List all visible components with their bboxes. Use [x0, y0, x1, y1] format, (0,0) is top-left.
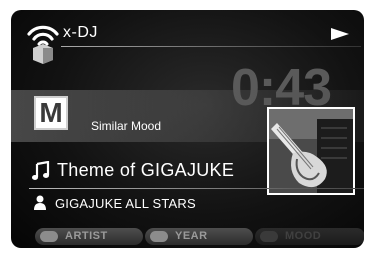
album-art	[267, 107, 355, 195]
app-title: x-DJ	[63, 24, 98, 41]
wireless-speaker-icon	[27, 25, 59, 64]
screen: x-DJ 0:43 M Similar Mood Theme of GIGAJU…	[0, 0, 372, 254]
artist-name: GIGAJUKE ALL STARS	[55, 196, 196, 211]
person-icon	[34, 195, 46, 210]
header-divider	[61, 46, 361, 47]
play-icon[interactable]	[331, 28, 349, 40]
indicator-light	[260, 231, 278, 242]
track-title: Theme of GIGAJUKE	[57, 160, 235, 180]
mood-label: Similar Mood	[91, 119, 162, 133]
filter-button-label: ARTIST	[65, 230, 108, 242]
filter-button-artist[interactable]: ARTIST	[35, 228, 143, 245]
track-divider	[29, 188, 364, 189]
indicator-light	[150, 231, 168, 242]
filter-button-year[interactable]: YEAR	[145, 228, 253, 245]
indicator-light	[40, 231, 58, 242]
filter-button-mood[interactable]: MOOD	[255, 228, 364, 245]
filter-button-label: MOOD	[285, 230, 322, 242]
player-panel: x-DJ 0:43 M Similar Mood Theme of GIGAJU…	[11, 10, 364, 248]
mood-badge[interactable]: M	[34, 96, 68, 130]
music-note-icon	[32, 161, 50, 180]
guitar-artwork	[269, 109, 353, 193]
filter-button-label: YEAR	[175, 230, 208, 242]
